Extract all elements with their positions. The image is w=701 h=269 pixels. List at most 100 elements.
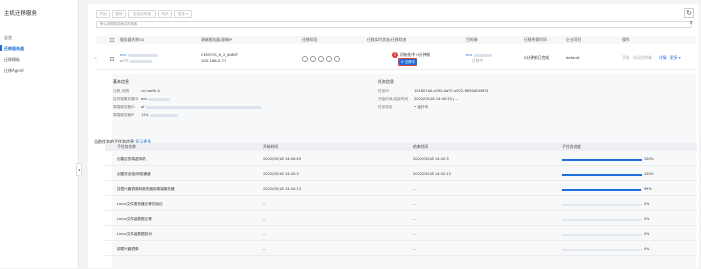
subtask-name: 卸载兴趣镜像 xyxy=(117,247,139,251)
sync-button[interactable]: 同步 xyxy=(158,10,172,18)
col-project[interactable]: 企业项目 xyxy=(566,37,581,43)
subtask-progress-fill xyxy=(562,159,642,161)
subtask-progress-fill xyxy=(562,174,642,176)
subtask-progress-label: 0% xyxy=(644,232,650,236)
subtask-start: -- xyxy=(263,247,266,251)
subtask-name: 创建安全组/网络通道 xyxy=(117,172,151,176)
sidebar-item-overview[interactable]: 总览 xyxy=(4,35,12,41)
start-button[interactable]: 开始 xyxy=(96,10,110,18)
collapse-sidebar-button[interactable]: ◂ xyxy=(76,163,82,176)
action-start[interactable]: 开始 xyxy=(622,55,630,60)
task-info-row: 任务状态 • 运行中 xyxy=(378,105,429,109)
sidebar-item-agent[interactable]: 迁移Agent xyxy=(4,68,24,74)
subtask-name: Linux文件级数据迁移 xyxy=(117,217,152,221)
subtask-progress-bar xyxy=(562,189,642,191)
select-all-checkbox[interactable] xyxy=(110,38,114,42)
subtask-progress-bar xyxy=(562,249,642,251)
more-button[interactable]: 更多 ▾ xyxy=(174,10,192,18)
col-stage[interactable]: 迁移阶段 xyxy=(302,37,317,43)
subtask-row: Linux文件级数据迁移 -- -- 0% xyxy=(105,214,697,226)
subtask-progress-bar xyxy=(562,234,642,236)
row-checkbox[interactable] xyxy=(110,57,114,61)
subtask-progress-label: 0% xyxy=(644,217,650,221)
subtask-progress-label: 100% xyxy=(644,172,654,176)
redacted-text xyxy=(473,53,492,57)
subtask-col-end: 结束时间 xyxy=(413,144,429,149)
sidebar: 主机迁移服务 总览 迁移服务器 迁移模板 迁移Agent xyxy=(0,0,79,268)
subtask-progress-label: 0% xyxy=(644,247,650,251)
table-header: 服务器名称/ID 源端服务器/源端IP 迁移阶段 迁移实时状态/迁移状态 目的端… xyxy=(96,36,696,44)
refresh-icon: ↻ xyxy=(686,9,692,17)
status-badge[interactable]: ⟳ 迁移中 xyxy=(399,59,418,65)
source-os: CENTOS_6_2_64BIT xyxy=(201,52,239,57)
sidebar-item-templates[interactable]: 迁移模板 xyxy=(4,57,20,63)
subtask-end: -- xyxy=(413,202,416,206)
migration-time: 0分钟前已完成 xyxy=(524,55,550,60)
redacted-text xyxy=(127,53,158,57)
subtask-row: 卸载兴趣镜像 -- -- 0% xyxy=(105,244,697,256)
basic-info-row: 源端服务器ID af xyxy=(113,105,261,110)
start-target-button[interactable]: 启动目的端 xyxy=(128,10,156,18)
table-row[interactable]: ^ ecs af73 CENTOS_6_2_64BIT 192.168.0.77… xyxy=(94,48,696,70)
subtask-col-name: 子任务名称 xyxy=(117,144,136,149)
subtask-progress-label: 99% xyxy=(644,187,652,191)
subtask-row: Linux文件级数据校对 -- -- 0% xyxy=(105,229,697,241)
refresh-button[interactable]: ↻ xyxy=(684,8,694,18)
subtask-col-progress: 子任务进度 xyxy=(562,144,581,149)
search-icon[interactable]: ⌕ xyxy=(690,20,693,26)
col-actions: 操作 xyxy=(622,37,630,42)
target-name[interactable]: ecs xyxy=(466,52,492,57)
subtask-name: Linux文件服务器迁移初始化 xyxy=(117,202,163,206)
enterprise-project: default xyxy=(566,55,580,60)
redacted-text xyxy=(129,59,152,63)
subtask-progress-bar xyxy=(562,204,642,206)
col-source[interactable]: 源端服务器/源端IP xyxy=(201,37,232,43)
server-name[interactable]: ecs xyxy=(120,52,158,57)
action-details[interactable]: 详情 xyxy=(659,55,667,60)
col-time[interactable]: 迁移所需时间 xyxy=(524,37,547,43)
status-text: 初始化中 0分钟前 xyxy=(400,52,431,57)
redacted-text xyxy=(150,113,179,117)
search-input[interactable]: 默认按照服务器名称搜索 ⌕ xyxy=(96,20,693,28)
basic-info-title: 基本信息 xyxy=(113,79,129,84)
subtask-progress-bar xyxy=(562,219,642,221)
subtask-progress-label: 0% xyxy=(644,202,650,206)
subtask-progress-label: 100% xyxy=(644,157,654,161)
subtask-row: 挂载兴趣镜像和服务器到源端服务器 2022/05/18 14:42:13 -- 99% xyxy=(105,184,697,196)
source-ip: 192.168.0.77 xyxy=(201,58,227,63)
subtask-name: 挂载兴趣镜像和服务器到源端服务器 xyxy=(117,187,175,191)
subtask-row: 创建目的端虚拟机 2022/05/18 14:40:49 2022/05/18 14… xyxy=(105,154,697,166)
col-target[interactable]: 目的端 xyxy=(466,37,477,43)
subtask-start: -- xyxy=(263,232,266,236)
pause-button[interactable]: 暂停 xyxy=(112,10,126,18)
subtask-col-start: 开始时间 xyxy=(263,144,279,149)
collapse-row-icon[interactable]: ^ xyxy=(94,56,97,61)
col-status[interactable]: 迁移实时状态/迁移状态 xyxy=(367,37,406,43)
task-info-row: 任务ID 101607a5-e290-4a57-a972-ff650d04f051 xyxy=(378,89,489,93)
stage-dot-icon xyxy=(326,56,332,62)
subtask-name: 创建目的端虚拟机 xyxy=(117,157,146,161)
subtask-row: 创建安全组/网络通道 2022/05/18 14:42:3 2022/05/18 1… xyxy=(105,169,697,181)
basic-info-row: 迁移_网络 cn-north-4 xyxy=(113,89,160,93)
action-start-target[interactable]: 启动目的端 xyxy=(633,55,652,60)
task-info-title: 任务信息 xyxy=(378,79,394,84)
basic-info-row: 目的端服务器ID ecs xyxy=(113,97,171,102)
subtask-start: 2022/05/18 14:42:3 xyxy=(263,172,299,176)
stage-dot-icon xyxy=(310,56,316,62)
subtask-progress-bar xyxy=(562,174,642,176)
alert-icon: ! xyxy=(392,52,398,58)
target-status: 迁移中 xyxy=(472,58,484,63)
col-name[interactable]: 服务器名称/ID xyxy=(120,37,144,43)
subtask-progress-fill xyxy=(562,189,642,191)
subtask-name: Linux文件级数据校对 xyxy=(117,232,152,236)
subtask-end: 2022/05/18 14:42:3 xyxy=(413,157,449,161)
subtask-start: 2022/05/18 14:42:13 xyxy=(263,187,301,191)
subtask-row: Linux文件服务器迁移初始化 -- -- 0% xyxy=(105,199,697,211)
redacted-text xyxy=(148,97,171,101)
subtask-progress-bar xyxy=(562,159,642,161)
subtask-start: -- xyxy=(263,202,266,206)
sidebar-title: 主机迁移服务 xyxy=(4,11,38,17)
task-info-row: 开始时间/结束时间 2022/05/18 14:40:25 | -- xyxy=(378,97,459,101)
sidebar-item-servers[interactable]: 迁移服务器 xyxy=(0,45,24,52)
action-more[interactable]: 更多 ▾ xyxy=(670,55,681,60)
